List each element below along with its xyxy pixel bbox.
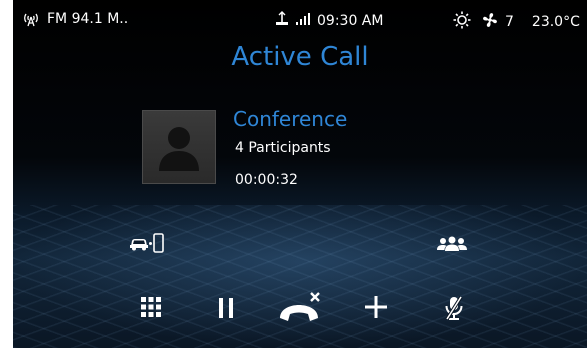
transfer-to-phone-button[interactable]	[129, 232, 165, 254]
mute-mic-icon	[445, 296, 463, 320]
fan-icon	[481, 11, 499, 33]
status-bar: FM 94.1 M.. 09:30 AM 7 23.0°C	[13, 0, 587, 40]
page-title: Active Call	[231, 42, 369, 72]
caller-name: Conference	[233, 107, 348, 131]
sun-icon	[453, 11, 471, 33]
keypad-button[interactable]	[140, 296, 162, 318]
hold-button[interactable]	[216, 296, 236, 320]
climate-status[interactable]: 7 23.0°C	[453, 11, 580, 33]
connectivity-status: 09:30 AM	[275, 11, 383, 31]
participants-button[interactable]	[435, 234, 469, 252]
plus-icon	[365, 296, 387, 318]
participant-count: 4 Participants	[235, 140, 331, 156]
radio-status[interactable]: FM 94.1 M..	[23, 11, 128, 27]
active-call-screen: FM 94.1 M.. 09:30 AM 7 23.0°C Active Cal…	[13, 0, 587, 348]
call-duration: 00:00:32	[235, 172, 298, 188]
radio-station-label: FM 94.1 M..	[47, 11, 129, 27]
temperature: 23.0°C	[531, 14, 580, 30]
group-icon	[437, 236, 467, 251]
person-silhouette-icon	[159, 127, 199, 171]
caller-avatar	[142, 110, 216, 184]
end-call-button[interactable]	[277, 290, 323, 324]
keypad-icon	[141, 297, 161, 317]
background-floor	[13, 205, 587, 348]
signal-bars-icon	[295, 12, 311, 30]
pause-icon	[219, 298, 233, 318]
mute-button[interactable]	[442, 294, 466, 322]
add-call-button[interactable]	[364, 295, 388, 319]
car-to-phone-icon	[130, 233, 164, 253]
radio-antenna-icon	[23, 11, 39, 27]
end-call-icon	[280, 292, 320, 321]
clock: 09:30 AM	[317, 13, 384, 29]
fan-speed: 7	[505, 14, 514, 30]
usb-icon	[275, 11, 289, 31]
